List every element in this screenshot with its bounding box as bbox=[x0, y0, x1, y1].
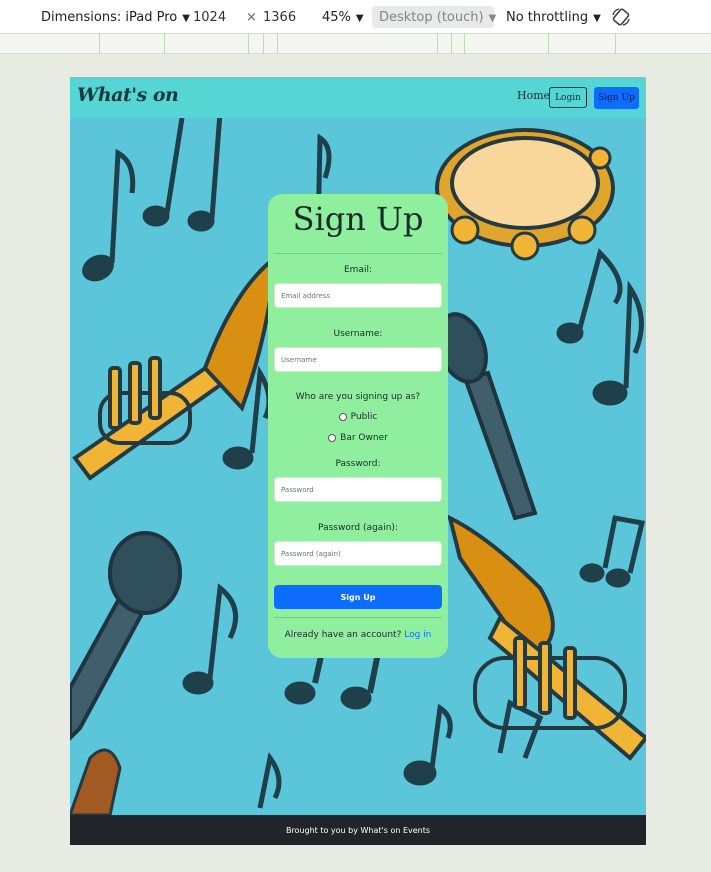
ruler-segment[interactable] bbox=[248, 34, 249, 54]
navbar: What's on Home Login Sign Up bbox=[70, 77, 646, 118]
password-again-field[interactable]: Password (again) bbox=[274, 541, 442, 566]
footer-text: Brought to you by What's on Events bbox=[285, 825, 431, 835]
ruler-segment[interactable] bbox=[164, 34, 165, 54]
ruler-segment[interactable] bbox=[99, 34, 100, 54]
throttling-select[interactable]: No throttling ▼ bbox=[506, 10, 601, 25]
times-symbol: × bbox=[246, 10, 257, 25]
zoom-select[interactable]: 45% ▼ bbox=[322, 10, 364, 25]
brand-logo[interactable]: What's on bbox=[77, 84, 179, 106]
divider bbox=[274, 253, 442, 254]
device-mode-select[interactable]: Desktop (touch) ▼ bbox=[379, 10, 496, 25]
role-option-bar-owner[interactable]: Bar Owner bbox=[268, 433, 448, 443]
password-field[interactable]: Password bbox=[274, 477, 442, 502]
role-question: Who are you signing up as? bbox=[295, 392, 421, 402]
login-prompt: Already have an account? Log in bbox=[268, 630, 448, 640]
ruler-segment[interactable] bbox=[437, 34, 438, 54]
caret-down-icon: ▼ bbox=[182, 13, 190, 24]
ruler-segment[interactable] bbox=[451, 34, 452, 54]
caret-down-icon: ▼ bbox=[488, 13, 497, 24]
password-label: Password: bbox=[335, 459, 381, 469]
nav-home-link[interactable]: Home bbox=[517, 89, 550, 102]
ruler-segment[interactable] bbox=[263, 34, 264, 54]
rotate-icon[interactable] bbox=[610, 6, 632, 28]
email-field[interactable]: Email address bbox=[274, 283, 442, 308]
login-prompt-text: Already have an account? bbox=[284, 630, 402, 640]
zoom-label: 45% bbox=[322, 10, 351, 25]
height-input[interactable]: 1366 bbox=[263, 10, 296, 25]
devtools-device-toolbar: Dimensions: iPad Pro ▼ 1024 × 1366 45% ▼ D… bbox=[0, 0, 711, 34]
nav-signup-button[interactable]: Sign Up bbox=[594, 87, 639, 109]
email-label: Email: bbox=[343, 265, 372, 275]
username-field[interactable]: Username bbox=[274, 347, 442, 372]
signup-submit-button[interactable]: Sign Up bbox=[274, 585, 442, 609]
device-select-label: Dimensions: iPad Pro bbox=[41, 10, 178, 25]
ruler-segment[interactable] bbox=[548, 34, 549, 54]
radio-button[interactable] bbox=[328, 434, 337, 442]
login-link[interactable]: Log in bbox=[404, 630, 431, 640]
role-option-public[interactable]: Public bbox=[268, 412, 448, 422]
divider bbox=[274, 617, 442, 618]
caret-down-icon: ▼ bbox=[355, 13, 364, 24]
signup-card: Sign Up Email: Email address Username: U… bbox=[268, 194, 448, 658]
device-select[interactable]: Dimensions: iPad Pro ▼ bbox=[41, 10, 190, 25]
device-viewport: What's on Home Login Sign Up Sign Up Ema… bbox=[70, 77, 646, 845]
signup-title: Sign Up bbox=[292, 200, 424, 238]
username-label: Username: bbox=[333, 329, 383, 339]
password-again-label: Password (again): bbox=[318, 523, 398, 533]
media-query-ruler[interactable] bbox=[0, 34, 711, 54]
device-mode-label: Desktop (touch) bbox=[379, 10, 484, 25]
role-option-label: Public bbox=[350, 412, 378, 422]
role-option-label: Bar Owner bbox=[340, 433, 388, 443]
caret-down-icon: ▼ bbox=[593, 13, 601, 24]
ruler-segment[interactable] bbox=[615, 34, 616, 54]
width-input[interactable]: 1024 bbox=[193, 10, 226, 25]
nav-login-button[interactable]: Login bbox=[549, 87, 587, 108]
ruler-segment[interactable] bbox=[277, 34, 278, 54]
throttling-label: No throttling bbox=[506, 10, 589, 25]
ruler-segment[interactable] bbox=[464, 34, 465, 54]
radio-button[interactable] bbox=[338, 413, 347, 421]
footer: Brought to you by What's on Events bbox=[70, 815, 646, 845]
